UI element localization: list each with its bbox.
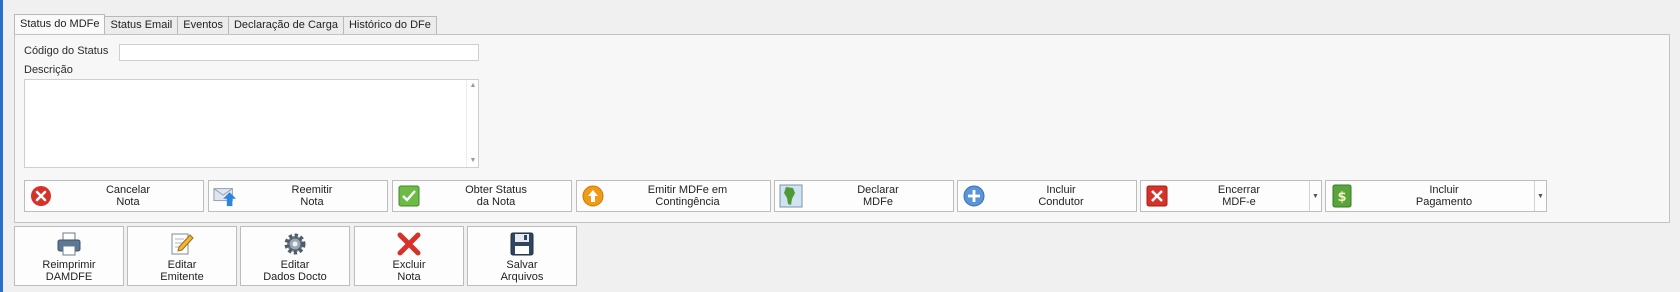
edit-issuer-label: Editar Emitente xyxy=(160,259,204,283)
edit-issuer-button[interactable]: Editar Emitente xyxy=(127,226,237,286)
tab-historico-dfe[interactable]: Histórico do DFe xyxy=(342,16,437,34)
edit-document-data-label: Editar Dados Docto xyxy=(263,259,327,283)
contingency-issue-label: Emitir MDFe em Contingência xyxy=(647,184,728,208)
close-mdfe-button[interactable]: Encerrar MDF-e ▼ xyxy=(1140,180,1322,212)
add-driver-label: Incluir Condutor xyxy=(1038,184,1084,208)
tab-declaracao-carga[interactable]: Declaração de Carga xyxy=(227,16,344,34)
close-mdfe-dropdown-icon[interactable]: ▼ xyxy=(1309,181,1321,211)
declare-mdfe-button[interactable]: Declarar MDFe xyxy=(774,180,954,212)
tab-eventos[interactable]: Eventos xyxy=(177,16,229,34)
description-scrollbar[interactable]: ▲ ▼ xyxy=(466,80,478,167)
add-payment-dropdown-icon[interactable]: ▼ xyxy=(1534,181,1546,211)
edit-icon xyxy=(169,231,195,257)
declare-mdfe-label: Declarar MDFe xyxy=(857,184,899,208)
add-driver-button[interactable]: Incluir Condutor xyxy=(957,180,1137,212)
add-payment-label: Incluir Pagamento xyxy=(1415,184,1473,208)
reprint-damdfe-label: Reimprimir DAMDFE xyxy=(42,259,96,283)
status-code-label: Código do Status xyxy=(24,45,109,57)
contingency-issue-button[interactable]: Emitir MDFe em Contingência xyxy=(576,180,771,212)
description-textarea[interactable]: ▲ ▼ xyxy=(24,79,479,168)
tab-status-email[interactable]: Status Email xyxy=(104,16,179,34)
map-icon xyxy=(779,184,803,208)
delete-note-label: Excluir Nota xyxy=(392,259,426,283)
get-status-label: Obter Status da Nota xyxy=(465,184,527,208)
save-files-button[interactable]: Salvar Arquivos xyxy=(467,226,577,286)
reprint-damdfe-button[interactable]: Reimprimir DAMDFE xyxy=(14,226,124,286)
cancel-note-label: Cancelar Nota xyxy=(105,184,151,208)
status-panel: Código do Status Descrição ▲ ▼ Cancelar … xyxy=(14,34,1670,223)
add-payment-button[interactable]: $ Incluir Pagamento ▼ xyxy=(1325,180,1547,212)
add-icon xyxy=(962,184,986,208)
reissue-icon xyxy=(213,184,237,208)
scroll-up-icon[interactable]: ▲ xyxy=(467,80,479,92)
close-mdfe-label: Encerrar MDF-e xyxy=(1217,184,1261,208)
check-icon xyxy=(397,184,421,208)
close-icon xyxy=(1145,184,1169,208)
scroll-down-icon[interactable]: ▼ xyxy=(467,155,479,167)
upload-icon xyxy=(581,184,605,208)
description-text xyxy=(25,80,478,84)
reissue-note-label: Reemitir Nota xyxy=(291,184,333,208)
cancel-note-button[interactable]: Cancelar Nota xyxy=(24,180,204,212)
status-code-field[interactable] xyxy=(119,44,479,61)
delete-note-button[interactable]: Excluir Nota xyxy=(354,226,464,286)
get-status-button[interactable]: Obter Status da Nota xyxy=(392,180,572,212)
save-icon xyxy=(509,231,535,257)
window-left-accent xyxy=(0,0,3,292)
printer-icon xyxy=(56,231,82,257)
reissue-note-button[interactable]: Reemitir Nota xyxy=(208,180,388,212)
delete-icon xyxy=(396,231,422,257)
save-files-label: Salvar Arquivos xyxy=(500,259,544,283)
edit-document-data-button[interactable]: Editar Dados Docto xyxy=(240,226,350,286)
svg-text:$: $ xyxy=(1337,190,1346,205)
tab-status-mdfe[interactable]: Status do MDFe xyxy=(14,14,106,34)
cancel-icon xyxy=(29,184,53,208)
tab-strip: Status do MDFe Status Email Eventos Decl… xyxy=(14,14,437,34)
gear-icon xyxy=(282,231,308,257)
description-label: Descrição xyxy=(24,64,73,76)
money-icon: $ xyxy=(1330,184,1354,208)
